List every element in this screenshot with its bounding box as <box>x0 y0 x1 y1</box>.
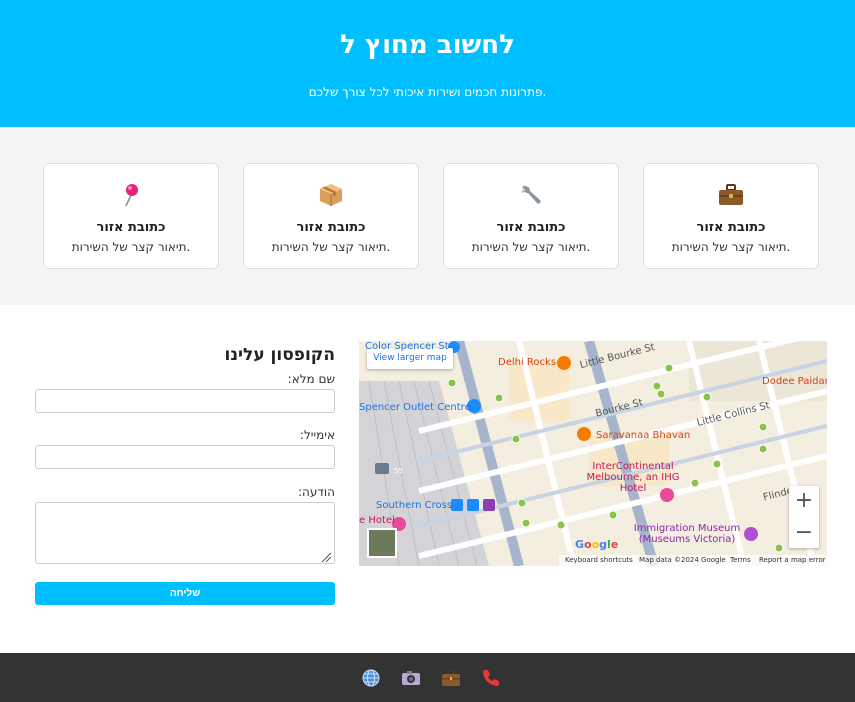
email-label: אימייל: <box>299 428 335 442</box>
map-label: Saravanaa Bhavan <box>596 430 691 441</box>
package-icon <box>244 182 418 208</box>
map-zoom-controls: + − <box>789 486 819 548</box>
map-label: Spencer Outlet Centre <box>359 402 471 413</box>
route-shield: 55 <box>394 467 403 475</box>
contact-title: הקופסון עלינו <box>224 345 335 365</box>
service-card: כתובת אזור תיאור קצר של השירות. <box>43 163 219 269</box>
phone-icon[interactable] <box>481 668 501 688</box>
name-field[interactable] <box>35 389 335 413</box>
map-label: Color Spencer St <box>365 341 449 352</box>
map-label: Southern Cross <box>376 500 453 511</box>
map-label: Immigration Museum (Museums Victoria) <box>633 523 741 545</box>
map-label: Dodee Paidan <box>762 376 827 387</box>
service-title: כתובת אזור <box>296 220 366 235</box>
service-description: תיאור קצר של השירות. <box>271 240 391 254</box>
map-data-text: Map data ©2024 Google <box>639 556 726 564</box>
map-tiles[interactable] <box>359 341 827 566</box>
message-wrapper <box>35 502 335 564</box>
map-label: e Hotel <box>359 515 395 526</box>
service-description: תיאור קצר של השירות. <box>71 240 191 254</box>
embedded-map[interactable]: View larger map Color Spencer St Delhi R… <box>359 341 827 566</box>
footer <box>0 653 855 702</box>
service-description: תיאור קצר של השירות. <box>471 240 591 254</box>
email-field[interactable] <box>35 445 335 469</box>
name-label: שם מלא: <box>287 372 335 386</box>
globe-icon[interactable] <box>361 668 381 688</box>
service-description: תיאור קצר של השירות. <box>671 240 791 254</box>
map-label: Delhi Rocks <box>498 357 557 368</box>
message-label: הודעה: <box>297 485 335 499</box>
service-card: כתובת אזור תיאור קצר של השירות. <box>243 163 419 269</box>
keyboard-shortcuts-link[interactable]: Keyboard shortcuts <box>565 555 633 566</box>
briefcase-icon[interactable] <box>441 668 461 688</box>
page-title: לחשוב מחוץ ל <box>340 30 515 60</box>
wrench-icon <box>444 182 618 208</box>
service-card: כתובת אזור תיאור קצר של השירות. <box>643 163 819 269</box>
hero-banner: לחשוב מחוץ ל פתרונות חכמים ושירות איכותי… <box>0 0 855 127</box>
page-subtitle: פתרונות חכמים ושירות איכותי לכל צורך שלכ… <box>308 85 547 99</box>
resize-handle-icon[interactable] <box>320 551 332 563</box>
map-label: InterContinental Melbourne, an IHG Hotel <box>586 461 680 494</box>
service-card: כתובת אזור תיאור קצר של השירות. <box>443 163 619 269</box>
camera-icon[interactable] <box>401 668 421 688</box>
map-attribution: Keyboard shortcuts Map data ©2024 Google… <box>559 555 827 566</box>
pushpin-icon <box>44 182 218 208</box>
terms-link[interactable]: Terms <box>730 555 751 566</box>
briefcase-icon <box>644 182 818 208</box>
report-map-error-link[interactable]: Report a map error <box>759 555 826 566</box>
submit-button[interactable]: שליחה <box>35 582 335 605</box>
services-section: כתובת אזור תיאור קצר של השירות. כתובת אז… <box>0 127 855 305</box>
service-title: כתובת אזור <box>696 220 766 235</box>
google-logo: Google <box>575 538 619 551</box>
zoom-out-button[interactable]: − <box>789 518 819 548</box>
service-title: כתובת אזור <box>96 220 166 235</box>
message-field[interactable] <box>35 502 335 564</box>
service-title: כתובת אזור <box>496 220 566 235</box>
zoom-in-button[interactable]: + <box>789 486 819 516</box>
